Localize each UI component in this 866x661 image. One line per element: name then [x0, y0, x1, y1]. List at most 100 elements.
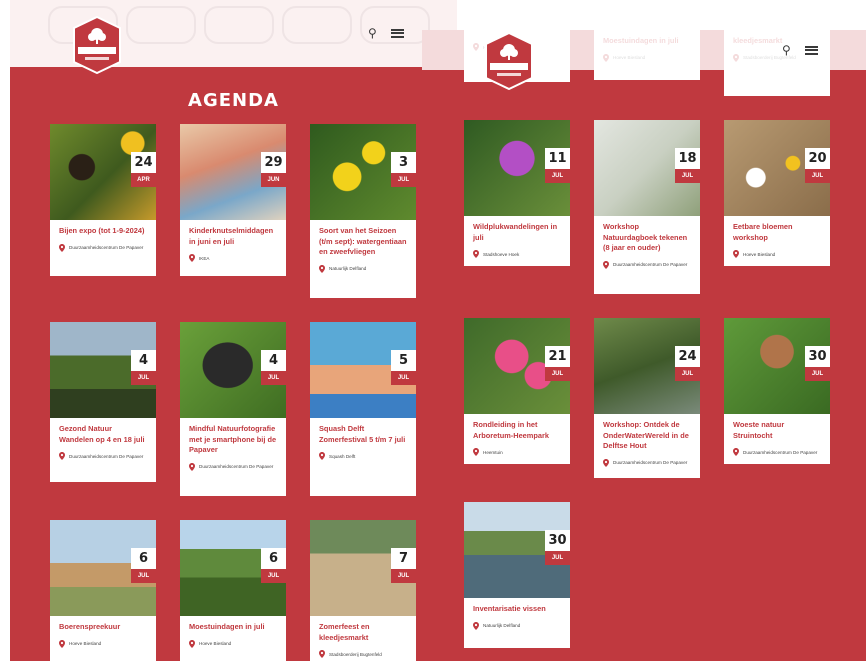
- event-image[interactable]: 24 JUL: [594, 318, 700, 414]
- date-month: JUL: [805, 367, 830, 381]
- site-logo[interactable]: [72, 16, 122, 74]
- event-card[interactable]: 5 JUL Squash Delft Zomerfestival 5 t/m 7 j…: [310, 322, 416, 496]
- menu-icon[interactable]: [390, 28, 404, 38]
- event-image[interactable]: 5 JUL: [310, 322, 416, 418]
- event-location: Duurzaamheidscentrum De Papaver: [733, 448, 822, 456]
- date-badge: 24 JUL: [675, 346, 700, 381]
- search-icon[interactable]: ⚲: [782, 44, 791, 56]
- event-location: Stadshoeve Hoek: [473, 250, 562, 258]
- event-image[interactable]: 3 JUL: [310, 124, 416, 220]
- event-image[interactable]: 24 APR: [50, 124, 156, 220]
- event-title[interactable]: Squash Delft Zomerfestival 5 t/m 7 juli: [319, 424, 408, 445]
- event-image[interactable]: 4 JUL: [180, 322, 286, 418]
- location-name: Hoeve Biesland: [69, 641, 102, 646]
- event-title[interactable]: Workshop: Ontdek de OnderWaterWereld in …: [603, 420, 692, 452]
- event-title[interactable]: Boerenspreekuur: [59, 622, 148, 633]
- event-card[interactable]: 30 JUL Inventarisatie vissen Natuurlijk Del…: [464, 502, 570, 648]
- location-name: Duurzaamheidscentrum De Papaver: [69, 453, 144, 459]
- event-card[interactable]: 24 APR Bijen expo (tot 1-9-2024) Duurzaamhe…: [50, 124, 156, 276]
- event-card[interactable]: 4 JUL Gezond Natuur Wandelen op 4 en 18 ju…: [50, 322, 156, 482]
- event-card[interactable]: 6 JUL Moestuindagen in juli Hoeve Biesland: [180, 520, 286, 661]
- event-image[interactable]: 21 JUL: [464, 318, 570, 414]
- nav-ghost-shape: [126, 6, 196, 44]
- event-image[interactable]: 30 JUL: [724, 318, 830, 414]
- event-image[interactable]: 11 JUL: [464, 120, 570, 216]
- location-name: Squash Delft: [329, 453, 356, 459]
- event-image[interactable]: 6 JUL: [50, 520, 156, 616]
- location-name: Stadshoeve Hoek: [483, 251, 520, 257]
- date-badge: 21 JUL: [545, 346, 570, 381]
- location-pin-icon: [189, 462, 195, 471]
- event-title[interactable]: Moestuindagen in juli: [189, 622, 278, 633]
- date-month: JUL: [391, 371, 416, 385]
- event-card[interactable]: 7 JUL Zomerfeest en kleedjesmarkt Stadsboer…: [310, 520, 416, 661]
- event-card[interactable]: 30 JUL Woeste natuur Struintocht Duurzaamhe…: [724, 318, 830, 464]
- event-title[interactable]: Wildplukwandelingen in juli: [473, 222, 562, 243]
- event-card[interactable]: 3 JUL Soort van het Seizoen (t/m sept): wa…: [310, 124, 416, 298]
- date-month: JUL: [261, 371, 286, 385]
- location-pin-icon: [59, 452, 65, 460]
- event-title[interactable]: Woeste natuur Struintocht: [733, 420, 822, 441]
- date-month: JUL: [261, 569, 286, 583]
- event-title[interactable]: Kinderknutselmiddagen in juni en juli: [189, 226, 278, 247]
- location-pin-icon: [733, 250, 739, 258]
- event-card[interactable]: 6 JUL Boerenspreekuur Hoeve Biesland: [50, 520, 156, 661]
- location-name: Duurzaamheidscentrum De Papaver: [613, 460, 688, 465]
- date-day: 21: [545, 346, 570, 367]
- event-image[interactable]: 20 JUL: [724, 120, 830, 216]
- event-location: Duurzaamheidscentrum De Papaver: [189, 462, 278, 471]
- event-location: Squash Delft: [319, 452, 408, 460]
- event-image[interactable]: 6 JUL: [180, 520, 286, 616]
- event-image[interactable]: 18 JUL: [594, 120, 700, 216]
- date-day: 6: [131, 548, 156, 569]
- date-day: 29: [261, 152, 286, 173]
- event-location: Heemtuin: [473, 448, 562, 456]
- event-card[interactable]: 20 JUL Eetbare bloemen workshop Hoeve Biesl…: [724, 120, 830, 266]
- date-badge: 4 JUL: [131, 350, 156, 385]
- event-location: Natuurlijk Delfland: [319, 264, 408, 273]
- date-day: 5: [391, 350, 416, 371]
- event-title[interactable]: Mindful Natuurfotografie met je smartpho…: [189, 424, 278, 456]
- event-card[interactable]: 21 JUL Rondleiding in het Arboretum-Heempa…: [464, 318, 570, 464]
- date-month: APR: [131, 173, 156, 187]
- date-month: JUL: [675, 367, 700, 381]
- date-day: 4: [261, 350, 286, 371]
- event-card[interactable]: 4 JUL Mindful Natuurfotografie met je smar…: [180, 322, 286, 496]
- event-location: Duurzaamheidscentrum De Papaver: [603, 260, 692, 269]
- location-pin-icon: [603, 458, 609, 467]
- search-icon[interactable]: ⚲: [368, 27, 377, 39]
- event-card[interactable]: 11 JUL Wildplukwandelingen in juli Stadshoe…: [464, 120, 570, 266]
- date-month: JUL: [805, 169, 830, 183]
- event-title[interactable]: Zomerfeest en kleedjesmarkt: [319, 622, 408, 643]
- event-title[interactable]: Inventarisatie vissen: [473, 604, 562, 615]
- event-image[interactable]: 7 JUL: [310, 520, 416, 616]
- date-month: JUL: [391, 569, 416, 583]
- location-name: Natuurlijk Delfland: [329, 266, 367, 271]
- event-title[interactable]: Gezond Natuur Wandelen op 4 en 18 juli: [59, 424, 148, 445]
- date-day: 7: [391, 548, 416, 569]
- event-title[interactable]: Workshop Natuurdagboek tekenen (8 jaar e…: [603, 222, 692, 254]
- location-pin-icon: [473, 448, 479, 456]
- location-name: IKEA: [199, 255, 210, 261]
- event-card[interactable]: 24 JUL Workshop: Ontdek de OnderWaterWerel…: [594, 318, 700, 478]
- event-title[interactable]: Rondleiding in het Arboretum-Heempark: [473, 420, 562, 441]
- location-pin-icon: [473, 621, 479, 630]
- event-image[interactable]: 29 JUN: [180, 124, 286, 220]
- event-card[interactable]: 18 JUL Workshop Natuurdagboek tekenen (8 j…: [594, 120, 700, 294]
- event-image[interactable]: 30 JUL: [464, 502, 570, 598]
- nav-ghost-shape: [204, 6, 274, 44]
- date-month: JUL: [391, 173, 416, 187]
- location-name: Hoeve Biesland: [199, 641, 232, 646]
- site-logo[interactable]: [484, 32, 534, 90]
- event-location: IKEA: [189, 254, 278, 262]
- event-image[interactable]: 4 JUL: [50, 322, 156, 418]
- date-month: JUL: [545, 169, 570, 183]
- page-title: AGENDA: [188, 90, 279, 111]
- event-title[interactable]: Eetbare bloemen workshop: [733, 222, 822, 243]
- event-location: Hoeve Biesland: [59, 639, 148, 648]
- event-card[interactable]: 29 JUN Kinderknutselmiddagen in juni en ju…: [180, 124, 286, 276]
- date-month: JUL: [545, 367, 570, 381]
- event-title[interactable]: Soort van het Seizoen (t/m sept): waterg…: [319, 226, 408, 258]
- menu-icon[interactable]: [804, 45, 818, 55]
- event-title[interactable]: Bijen expo (tot 1-9-2024): [59, 226, 148, 237]
